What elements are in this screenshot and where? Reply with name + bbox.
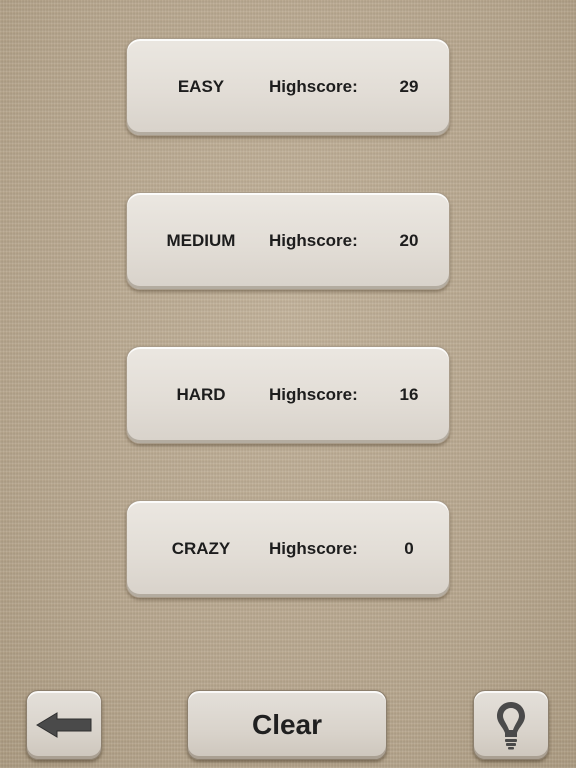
level-name: EASY bbox=[177, 77, 225, 96]
level-name: MEDIUM bbox=[166, 231, 236, 250]
score-panel-medium: MEDIUM Highscore: 20 bbox=[126, 192, 450, 290]
level-name: HARD bbox=[176, 385, 226, 404]
arrow-left-icon bbox=[36, 712, 92, 738]
clear-button[interactable]: Clear bbox=[187, 690, 387, 760]
score-panel-hard: HARD Highscore: 16 bbox=[126, 346, 450, 444]
highscore-label: Highscore: bbox=[269, 231, 358, 250]
hint-button[interactable] bbox=[473, 690, 549, 760]
highscore-label: Highscore: bbox=[269, 539, 358, 558]
back-button[interactable] bbox=[26, 690, 102, 760]
highscore-value: 16 bbox=[399, 385, 419, 404]
highscore-value: 0 bbox=[404, 539, 414, 558]
highscore-label: Highscore: bbox=[269, 77, 358, 96]
highscore-value: 29 bbox=[399, 77, 419, 96]
lightbulb-icon bbox=[497, 702, 525, 750]
level-name: CRAZY bbox=[171, 539, 231, 558]
highscore-value: 20 bbox=[399, 231, 419, 250]
score-panel-crazy: CRAZY Highscore: 0 bbox=[126, 500, 450, 598]
highscore-label: Highscore: bbox=[269, 385, 358, 404]
clear-button-label: Clear bbox=[251, 709, 323, 740]
score-panel-easy: EASY Highscore: 29 bbox=[126, 38, 450, 136]
